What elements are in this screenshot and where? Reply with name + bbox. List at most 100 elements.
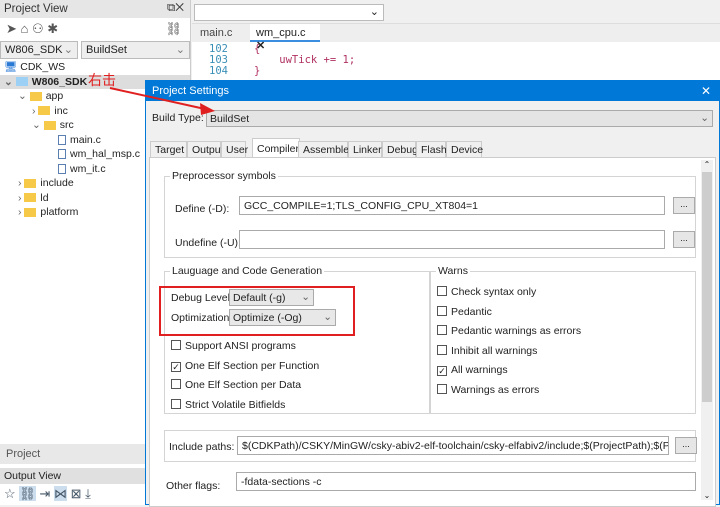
settings-tabs: Target Output User Compiler Assembler Linker D… — [150, 138, 490, 158]
tab-output[interactable]: Output — [187, 141, 224, 158]
scroll-up-icon[interactable]: ⌃ — [701, 160, 713, 172]
checkbox-label: Warnings as errors — [451, 383, 540, 396]
indent-icon[interactable]: ⇥ — [39, 486, 50, 501]
preprocessor-group: Preprocessor symbols Define (-D): GCC_CO… — [164, 170, 696, 258]
clear-icon[interactable]: ⊠ — [71, 486, 82, 501]
expand-icon[interactable]: ⌄ — [4, 76, 16, 88]
monitor-icon: 🖥 — [4, 61, 18, 73]
scrollbar[interactable]: ⌃ ⌄ — [701, 160, 713, 500]
dialog-title-bar: Project Settings ✕ — [146, 81, 719, 101]
checkbox[interactable] — [437, 286, 447, 296]
checkbox-option[interactable]: Pedantic — [437, 305, 492, 318]
tab-main-c[interactable]: main.c — [200, 27, 232, 39]
link-icon[interactable]: ⛓ — [19, 486, 36, 501]
checkbox[interactable]: ✓ — [171, 361, 181, 372]
symbol-select[interactable]: ⌄ — [194, 4, 384, 21]
expand-icon[interactable]: ⌄ — [18, 90, 30, 102]
tab-compiler[interactable]: Compiler — [252, 138, 300, 158]
include-paths-input[interactable]: $(CDKPath)/CSKY/MinGW/csky-abiv2-elf-too… — [237, 436, 669, 455]
build-select[interactable]: BuildSet ⌄ — [81, 41, 190, 59]
tab-device[interactable]: Device — [446, 141, 483, 158]
star-icon[interactable]: ☆ — [4, 486, 16, 501]
tab-wm-cpu-c[interactable]: wm_cpu.c ✕ — [250, 24, 320, 52]
tree-label: platform — [40, 206, 79, 218]
checkbox-option[interactable]: ✓ One Elf Section per Function — [171, 360, 319, 372]
checkbox-option[interactable]: ✓ All warnings — [437, 364, 508, 376]
link-icon[interactable]: ⛓ — [165, 21, 182, 37]
checkbox[interactable] — [171, 379, 181, 389]
expand-icon[interactable]: ⌄ — [32, 119, 44, 131]
undefine-label: Undefine (-U): — [175, 237, 241, 249]
chevron-down-icon: ⌄ — [700, 112, 709, 124]
checkbox-option[interactable]: Check syntax only — [437, 286, 536, 298]
other-flags-label: Other flags: — [166, 480, 221, 492]
project-settings-dialog: Project Settings ✕ Build Type: BuildSet ⌄ … — [145, 80, 720, 507]
tree-label: wm_hal_msp.c — [70, 148, 141, 160]
close-icon[interactable]: ✕ — [701, 84, 711, 98]
undefine-input[interactable] — [239, 230, 665, 249]
checkbox[interactable]: ✓ — [437, 366, 447, 376]
warns-group: Warns Check syntax only Pedantic Pedantic … — [430, 265, 696, 414]
define-input[interactable]: GCC_COMPILE=1;TLS_CONFIG_CPU_XT804=1 — [239, 196, 665, 215]
checkbox-label: Pedantic — [451, 305, 492, 318]
checkbox-option[interactable]: Warnings as errors — [437, 383, 540, 396]
checkbox[interactable] — [437, 325, 447, 335]
download-icon[interactable]: ⤓ — [85, 486, 91, 501]
folder-icon — [43, 120, 56, 130]
checkbox[interactable] — [437, 305, 447, 316]
tree-label: main.c — [70, 133, 101, 146]
tab-linker[interactable]: Linker — [348, 141, 382, 158]
checkbox-option[interactable]: Inhibit all warnings — [437, 344, 538, 357]
define-browse-button[interactable]: ... — [673, 197, 695, 214]
checkbox[interactable] — [171, 340, 181, 350]
checkbox[interactable] — [437, 344, 447, 355]
branch-icon[interactable]: ⋈ — [53, 486, 67, 501]
close-icon[interactable]: ⧉✕ — [167, 2, 184, 15]
tab-flash[interactable]: Flash — [416, 141, 447, 158]
highlight-box — [159, 286, 355, 336]
tab-label: Project — [6, 448, 41, 460]
tree-label: app — [45, 90, 64, 102]
checkbox-label: Inhibit all warnings — [451, 344, 538, 357]
home-icon[interactable]: ⌂ — [21, 21, 29, 36]
code-line: 104} — [192, 66, 355, 77]
other-flags-input[interactable]: -fdata-sections -c — [236, 472, 696, 491]
build-type-label: Build Type: — [152, 112, 204, 124]
tab-assembler[interactable]: Assembler — [298, 141, 353, 158]
checkbox-label: Pedantic warnings as errors — [451, 325, 582, 337]
checkbox-label: Support ANSI programs — [185, 340, 296, 352]
checkbox-label: All warnings — [451, 364, 508, 376]
checkbox-option[interactable]: One Elf Section per Data — [171, 379, 301, 391]
panel-title: Output View — [4, 470, 62, 482]
undefine-browse-button[interactable]: ... — [673, 231, 695, 248]
checkbox-option[interactable]: Support ANSI programs — [171, 340, 296, 352]
workspace-select[interactable]: W806_SDK ⌄ — [0, 41, 78, 59]
scroll-down-icon[interactable]: ⌄ — [701, 491, 713, 500]
tab-debug[interactable]: Debug — [382, 141, 418, 158]
bug-icon[interactable]: ✱ — [47, 21, 58, 36]
tree-label: src — [59, 119, 74, 131]
tree-label: W806_SDK — [31, 75, 88, 88]
project-view-header: Project View ⧉✕ — [0, 0, 190, 18]
tree-label: inc — [54, 104, 68, 117]
checkbox[interactable] — [437, 383, 447, 394]
scroll-thumb[interactable] — [702, 172, 712, 402]
locate-icon[interactable]: ➤ — [6, 21, 17, 36]
checkbox[interactable] — [171, 398, 181, 409]
graph-icon[interactable]: ⚇ — [32, 21, 44, 36]
folder-icon — [24, 193, 37, 203]
define-label: Define (-D): — [175, 203, 230, 215]
editor-top-bar: ⌄ — [192, 0, 720, 24]
tab-target[interactable]: Target — [150, 141, 187, 158]
dialog-title: Project Settings — [152, 85, 230, 97]
include-browse-button[interactable]: ... — [675, 437, 697, 454]
tab-user[interactable]: User — [221, 141, 248, 158]
input-value: GCC_COMPILE=1;TLS_CONFIG_CPU_XT804=1 — [244, 200, 479, 212]
chevron-down-icon: ⌄ — [63, 44, 73, 56]
checkbox-option[interactable]: Pedantic warnings as errors — [437, 325, 581, 337]
include-paths-label: Include paths: — [169, 441, 235, 453]
code-view[interactable]: 102{103 uwTick += 1; 104} — [192, 44, 355, 77]
checkbox-option[interactable]: Strict Volatile Bitfields — [171, 398, 285, 411]
folder-icon — [29, 91, 42, 101]
build-type-select[interactable]: BuildSet ⌄ — [206, 110, 713, 127]
